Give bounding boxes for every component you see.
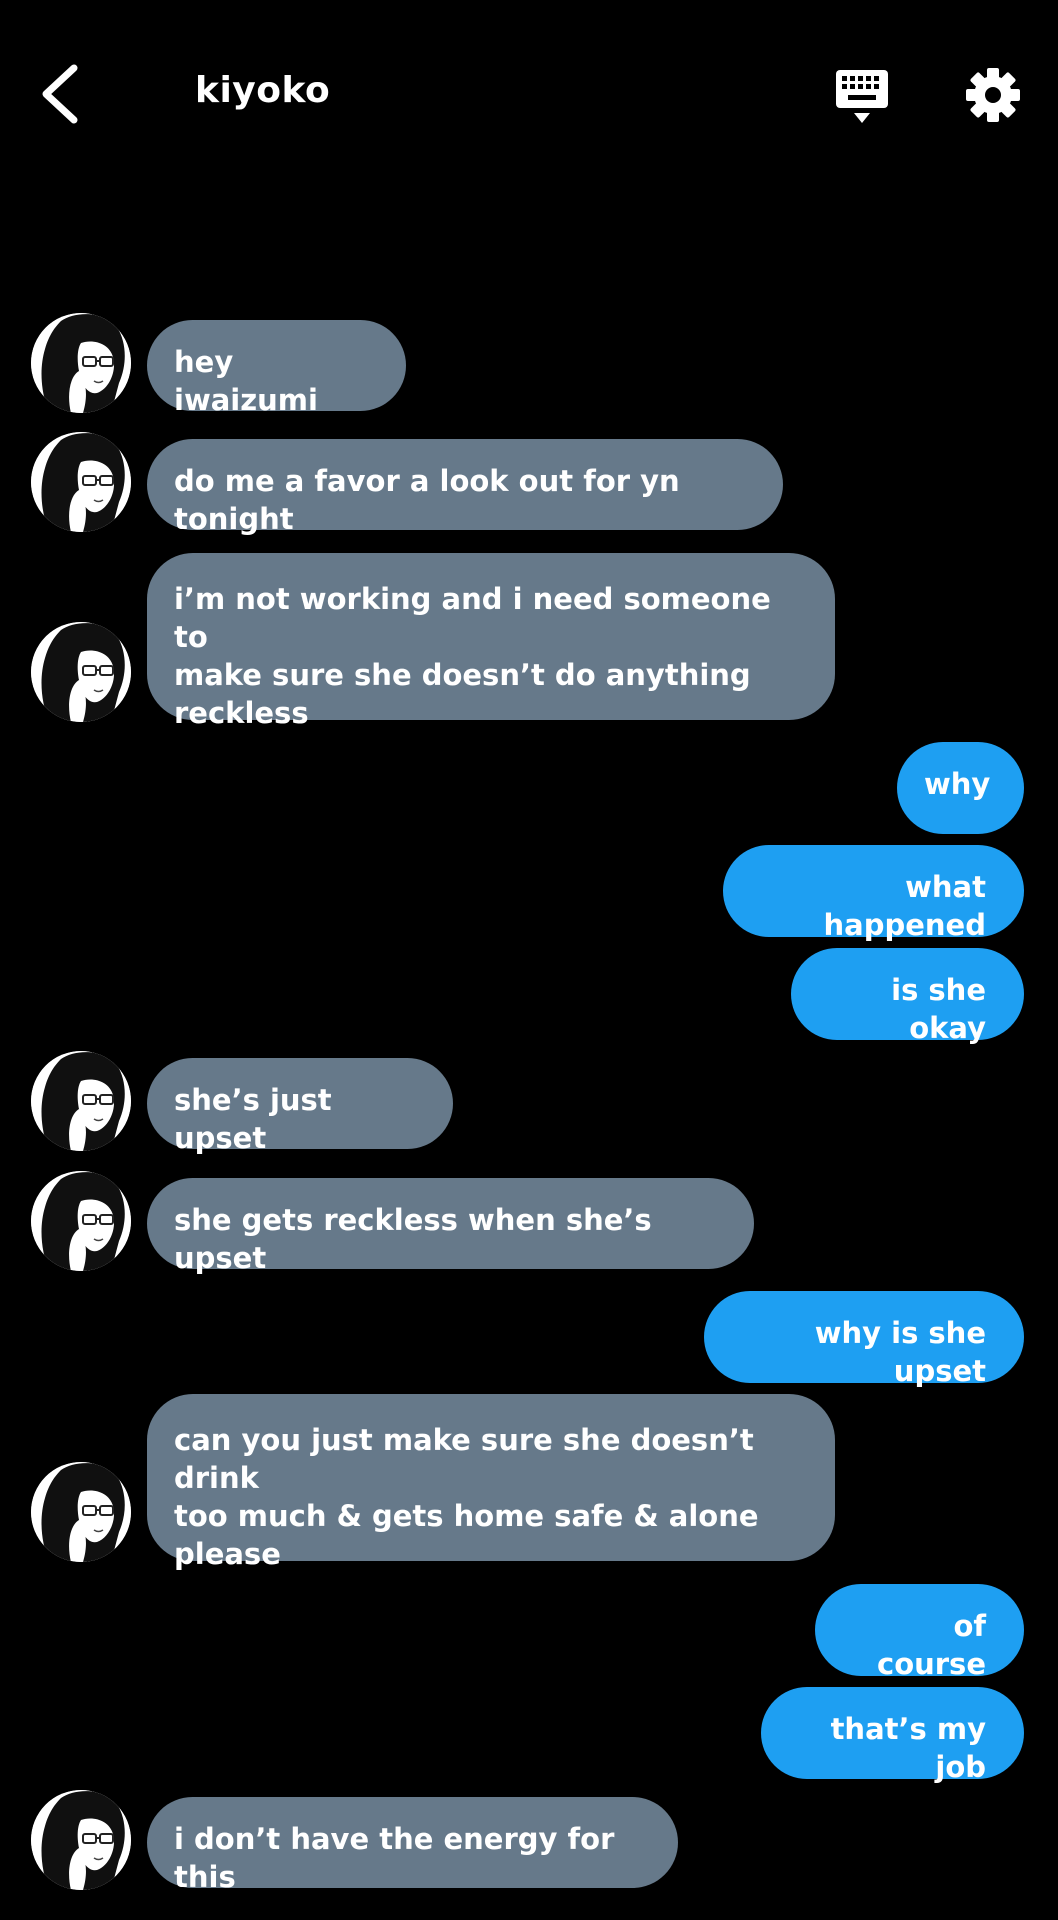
message-bubble-outgoing: why [897, 742, 1024, 834]
chat-header: kiyoko [0, 0, 1058, 190]
profile-picture [31, 1462, 131, 1562]
keyboard-icon [836, 70, 888, 123]
message-bubble-incoming: she’s just upset [147, 1058, 453, 1155]
profile-picture [31, 1051, 131, 1151]
message-bubble-outgoing: what happened [723, 845, 1024, 942]
profile-picture [31, 1171, 131, 1271]
message-bubble-incoming: i’m not working and i need someone to ma… [147, 553, 835, 730]
message-bubble-incoming: i don’t have the energy for this [147, 1797, 678, 1894]
profile-picture [31, 432, 131, 532]
profile-picture [31, 622, 131, 722]
profile-picture [31, 1790, 131, 1890]
avatar [31, 1462, 131, 1562]
back-button[interactable] [36, 62, 86, 126]
message-bubble-incoming: can you just make sure she doesn’t drink… [147, 1394, 835, 1571]
message-bubble-outgoing: that’s my job [761, 1687, 1024, 1784]
keyboard-button[interactable] [834, 68, 890, 126]
message-bubble-incoming: hey iwaizumi [147, 320, 406, 417]
gear-icon [966, 68, 1020, 122]
avatar [31, 1790, 131, 1890]
avatar [31, 622, 131, 722]
profile-picture [31, 313, 131, 413]
message-bubble-outgoing: of course [815, 1584, 1024, 1681]
message-bubble-incoming: do me a favor a look out for yn tonight [147, 439, 783, 536]
message-bubble-outgoing: is she okay [791, 948, 1024, 1045]
avatar [31, 1171, 131, 1271]
chevron-left-icon [42, 64, 78, 124]
settings-button[interactable] [965, 67, 1021, 123]
chat-title: kiyoko [195, 70, 331, 111]
message-bubble-outgoing: why is she upset [704, 1291, 1024, 1388]
avatar [31, 432, 131, 532]
message-bubble-incoming: she gets reckless when she’s upset [147, 1178, 754, 1275]
avatar [31, 1051, 131, 1151]
avatar [31, 313, 131, 413]
